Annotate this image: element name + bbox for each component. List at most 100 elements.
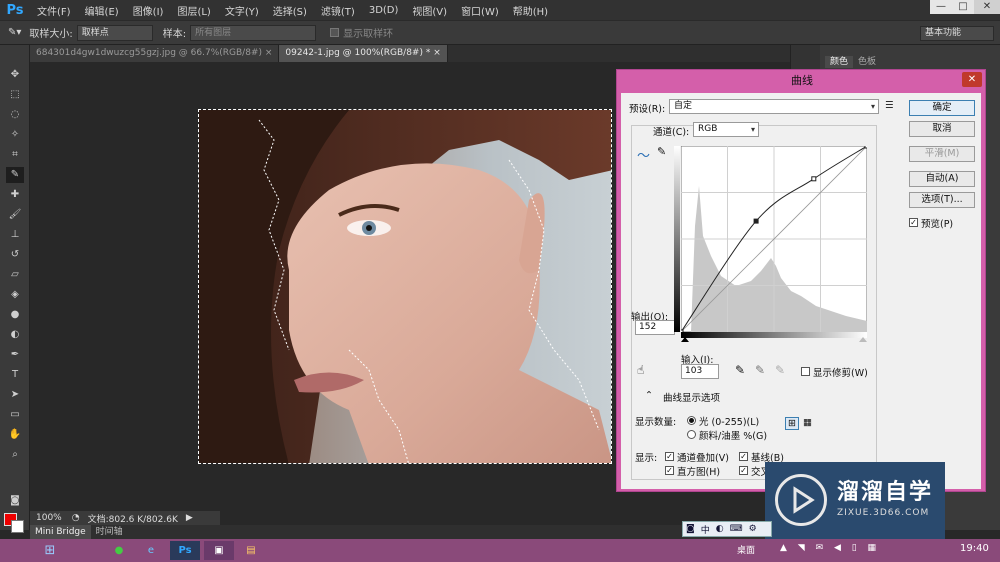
pigment-radio[interactable]	[687, 430, 696, 439]
start-button[interactable]: ⊞	[35, 541, 65, 560]
curves-graph[interactable]	[681, 146, 867, 332]
menu-window[interactable]: 窗口(W)	[454, 3, 506, 18]
curve-edit-icon[interactable]: 〜	[637, 145, 650, 164]
pen-tool-icon[interactable]: ✒	[6, 347, 24, 363]
photoshop-taskbar-icon[interactable]: Ps	[170, 541, 200, 560]
input-field[interactable]: 103	[681, 364, 719, 379]
browser-icon[interactable]: ●	[104, 541, 134, 560]
zoom-level[interactable]: 100%	[30, 513, 68, 523]
eraser-tool-icon[interactable]: ▱	[6, 267, 24, 283]
clock[interactable]: 19:40	[960, 543, 989, 554]
curve-control-point[interactable]	[864, 146, 867, 149]
soft-keyboard-icon[interactable]: ⌨	[727, 524, 746, 534]
punctuation-icon[interactable]: ◐	[713, 524, 727, 534]
eyedropper-tool-icon[interactable]: ✎	[6, 167, 24, 183]
show-ring-checkbox[interactable]	[330, 28, 340, 37]
rectangle-tool-icon[interactable]: ▭	[6, 407, 24, 423]
target-adjust-icon[interactable]: ☝	[637, 363, 644, 377]
preset-menu-icon[interactable]: ☰	[885, 100, 894, 111]
workspace-select[interactable]: 基本功能	[920, 26, 994, 41]
canvas-image[interactable]	[198, 109, 612, 464]
ime-mode[interactable]: 中	[698, 523, 713, 536]
tab-mini-bridge[interactable]: Mini Bridge	[30, 525, 91, 539]
healing-tool-icon[interactable]: ✚	[6, 187, 24, 203]
gray-eyedropper-icon[interactable]: ✎	[755, 363, 765, 377]
type-tool-icon[interactable]: T	[6, 367, 24, 383]
marquee-tool-icon[interactable]: ⬚	[6, 87, 24, 103]
histogram-checkbox[interactable]: ✓	[665, 466, 674, 475]
ime-logo-icon[interactable]: ◙	[683, 524, 698, 534]
menu-file[interactable]: 文件(F)	[30, 3, 78, 18]
menu-select[interactable]: 选择(S)	[266, 3, 314, 18]
zoom-tool-icon[interactable]: ⌕	[6, 447, 24, 463]
restore-button[interactable]: □	[952, 0, 974, 14]
background-color-swatch[interactable]	[11, 520, 24, 533]
sample-select[interactable]: 所有图层	[190, 24, 317, 41]
show-clipping-checkbox[interactable]	[801, 367, 810, 376]
output-field[interactable]: 152	[635, 320, 675, 335]
ime-toolbar[interactable]: ◙ 中 ◐ ⌨ ⚙	[682, 521, 772, 537]
brush-tool-icon[interactable]: 🖌	[6, 207, 24, 223]
expand-options-icon[interactable]: ⌃	[645, 390, 653, 401]
tab-swatches[interactable]: 色板	[853, 56, 881, 68]
menu-3d[interactable]: 3D(D)	[362, 5, 406, 16]
dialog-close-button[interactable]: ✕	[962, 72, 982, 87]
lasso-tool-icon[interactable]: ◌	[6, 107, 24, 123]
image-viewer-icon[interactable]: ▣	[204, 541, 234, 560]
preview-checkbox[interactable]: ✓	[909, 218, 918, 227]
light-radio[interactable]	[687, 416, 696, 425]
menu-help[interactable]: 帮助(H)	[506, 3, 555, 18]
path-select-icon[interactable]: ➤	[6, 387, 24, 403]
quick-mask-icon[interactable]: ◙	[6, 493, 24, 509]
minimize-button[interactable]: —	[930, 0, 952, 14]
options-button[interactable]: 选项(T)...	[909, 192, 975, 208]
hand-tool-icon[interactable]: ✋	[6, 427, 24, 443]
auto-button[interactable]: 自动(A)	[909, 171, 975, 187]
close-icon[interactable]: ×	[433, 48, 441, 58]
curve-control-point[interactable]	[811, 176, 817, 182]
doc-info-icon[interactable]: ◔	[68, 513, 84, 523]
settings-icon[interactable]: ⚙	[746, 524, 760, 534]
menu-image[interactable]: 图像(I)	[126, 3, 171, 18]
pencil-icon[interactable]: ✎	[657, 145, 666, 158]
menu-filter[interactable]: 滤镜(T)	[314, 3, 362, 18]
menu-edit[interactable]: 编辑(E)	[78, 3, 126, 18]
tab-timeline[interactable]: 时间轴	[91, 525, 128, 539]
tab-color[interactable]: 颜色	[825, 56, 854, 68]
menu-type[interactable]: 文字(Y)	[218, 3, 266, 18]
dodge-tool-icon[interactable]: ◐	[6, 327, 24, 343]
eyedropper-tool-icon[interactable]: ✎▾	[8, 27, 21, 38]
close-window-button[interactable]: ✕	[974, 0, 1000, 14]
ie-icon[interactable]: e	[136, 541, 166, 560]
simple-grid-icon[interactable]: ⊞	[785, 417, 799, 430]
status-menu-arrow-icon[interactable]: ▶	[182, 513, 197, 523]
intersection-checkbox[interactable]: ✓	[739, 466, 748, 475]
detailed-grid-icon[interactable]: ▦	[803, 417, 812, 428]
doc-tab-1[interactable]: 684301d4gw1dwuzcg55gzj.jpg @ 66.7%(RGB/8…	[30, 45, 280, 62]
channel-select[interactable]: RGB ▾	[693, 122, 759, 137]
quick-select-tool-icon[interactable]: ✧	[6, 127, 24, 143]
ok-button[interactable]: 确定	[909, 100, 975, 116]
desktop-toolbar[interactable]: 桌面	[737, 543, 755, 556]
baseline-checkbox[interactable]: ✓	[739, 452, 748, 461]
sample-size-select[interactable]: 取样点	[76, 24, 153, 41]
close-icon[interactable]: ×	[265, 48, 273, 58]
cancel-button[interactable]: 取消	[909, 121, 975, 137]
paint-bucket-icon[interactable]: ◈	[6, 287, 24, 303]
menu-layer[interactable]: 图层(L)	[170, 3, 217, 18]
white-eyedropper-icon[interactable]: ✎	[775, 363, 785, 377]
doc-tab-2[interactable]: 09242-1.jpg @ 100%(RGB/8#) * ×	[279, 45, 448, 62]
channel-overlay-checkbox[interactable]: ✓	[665, 452, 674, 461]
smooth-button[interactable]: 平滑(M)	[909, 146, 975, 162]
preset-select[interactable]: 自定 ▾	[669, 99, 879, 114]
move-tool-icon[interactable]: ✥	[6, 67, 24, 83]
blur-tool-icon[interactable]: ●	[6, 307, 24, 323]
history-brush-icon[interactable]: ↺	[6, 247, 24, 263]
stamp-tool-icon[interactable]: ⊥	[6, 227, 24, 243]
crop-tool-icon[interactable]: ⌗	[6, 147, 24, 163]
menu-view[interactable]: 视图(V)	[405, 3, 454, 18]
system-tray[interactable]: ▲ ◥ ✉ ◀ ▯ ▦	[780, 543, 880, 553]
file-explorer-icon[interactable]: ▤	[236, 541, 266, 560]
black-eyedropper-icon[interactable]: ✎	[735, 363, 745, 377]
curve-control-point[interactable]	[753, 218, 759, 224]
